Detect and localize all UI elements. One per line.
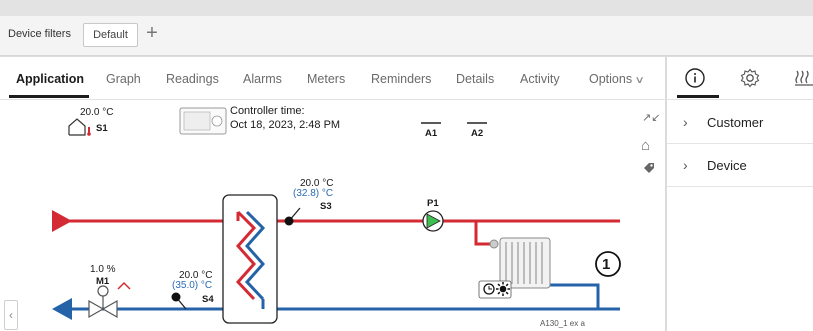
info-glyph	[685, 68, 705, 88]
output-a2-label: A2	[471, 128, 484, 139]
settings-gear-icon[interactable]	[739, 67, 763, 91]
customer-label: Customer	[707, 115, 764, 130]
output-a1-label: A1	[425, 128, 438, 139]
chevron-down-icon: ∨	[634, 75, 645, 86]
tab-activity[interactable]: Activity	[520, 72, 560, 86]
tab-options-label: Options	[589, 72, 633, 86]
tab-meters[interactable]: Meters	[307, 72, 345, 86]
s1-label: S1	[96, 123, 108, 134]
s4-label: S4	[202, 294, 214, 305]
tab-readings[interactable]: Readings	[166, 72, 219, 86]
chevron-right-icon: ›	[683, 157, 688, 173]
tab-details[interactable]: Details	[456, 72, 494, 86]
chevron-left-icon: ‹	[9, 308, 13, 322]
expand-icon[interactable]: ↗↙	[642, 111, 660, 124]
sensor-s4-icon	[171, 292, 187, 310]
active-tab-indicator	[9, 95, 89, 98]
heating-icon[interactable]	[793, 67, 813, 91]
collapse-panel-button[interactable]: ‹	[4, 300, 18, 330]
sun-icon	[496, 282, 510, 296]
m1-value: 1.0 %	[90, 264, 116, 275]
device-section[interactable]: › Device	[667, 145, 813, 187]
tab-alarms[interactable]: Alarms	[243, 72, 282, 86]
house-thermometer-icon	[68, 118, 91, 136]
right-panel: › Customer › Device	[667, 57, 813, 331]
heating-glyph	[795, 70, 813, 86]
pump-icon	[422, 210, 444, 232]
m1-label: M1	[96, 276, 110, 287]
controller-time-value: Oct 18, 2023, 2:48 PM	[230, 119, 341, 131]
gear-glyph	[740, 68, 760, 88]
right-tab-bar	[667, 57, 813, 100]
chevron-right-icon: ›	[683, 114, 688, 130]
device-label: Device	[707, 158, 747, 173]
main-panel: Application Graph Readings Alarms Meters…	[0, 57, 666, 331]
tab-graph[interactable]: Graph	[106, 72, 141, 86]
radiator-icon	[489, 237, 551, 289]
s3-value-setpoint: (32.8) °C	[293, 188, 334, 199]
add-filter-button[interactable]: +	[144, 22, 160, 44]
customer-section[interactable]: › Customer	[667, 102, 813, 144]
s4-value-setpoint: (35.0) °C	[172, 280, 213, 291]
heat-exchanger-icon	[222, 194, 278, 324]
s3-label: S3	[320, 201, 332, 212]
sensor-s3-icon	[284, 207, 301, 226]
right-active-tab-indicator	[677, 95, 719, 98]
device-filter-bar: Device filters Default +	[0, 16, 813, 56]
info-icon[interactable]	[684, 67, 708, 91]
tag-icon[interactable]	[642, 161, 656, 178]
default-filter-chip[interactable]: Default	[83, 23, 138, 47]
plant-schematic	[52, 107, 621, 324]
home-icon[interactable]: ⌂	[641, 137, 650, 154]
device-filters-label: Device filters	[8, 28, 71, 40]
tab-options[interactable]: Options ∨	[589, 72, 645, 86]
tab-reminders[interactable]: Reminders	[371, 72, 431, 86]
pump-p1-label: P1	[427, 198, 439, 209]
window-top-strip	[0, 0, 813, 16]
circuit-number: 1	[602, 256, 611, 273]
valve-icon	[88, 281, 131, 319]
s1-value: 20.0 °C	[80, 107, 114, 118]
tab-application[interactable]: Application	[16, 72, 84, 86]
supply-arrow-icon	[52, 210, 72, 232]
controller-icon	[179, 107, 227, 135]
return-line	[52, 283, 620, 320]
return-arrow-icon	[52, 298, 72, 320]
application-code: A130_1 ex a	[540, 319, 585, 328]
application-diagram: 20.0 °C S1 Controller time: Oct 18, 2023…	[0, 101, 666, 331]
tag-glyph	[644, 163, 654, 173]
tab-bar: Application Graph Readings Alarms Meters…	[0, 57, 666, 100]
controller-time-label: Controller time:	[230, 105, 305, 117]
